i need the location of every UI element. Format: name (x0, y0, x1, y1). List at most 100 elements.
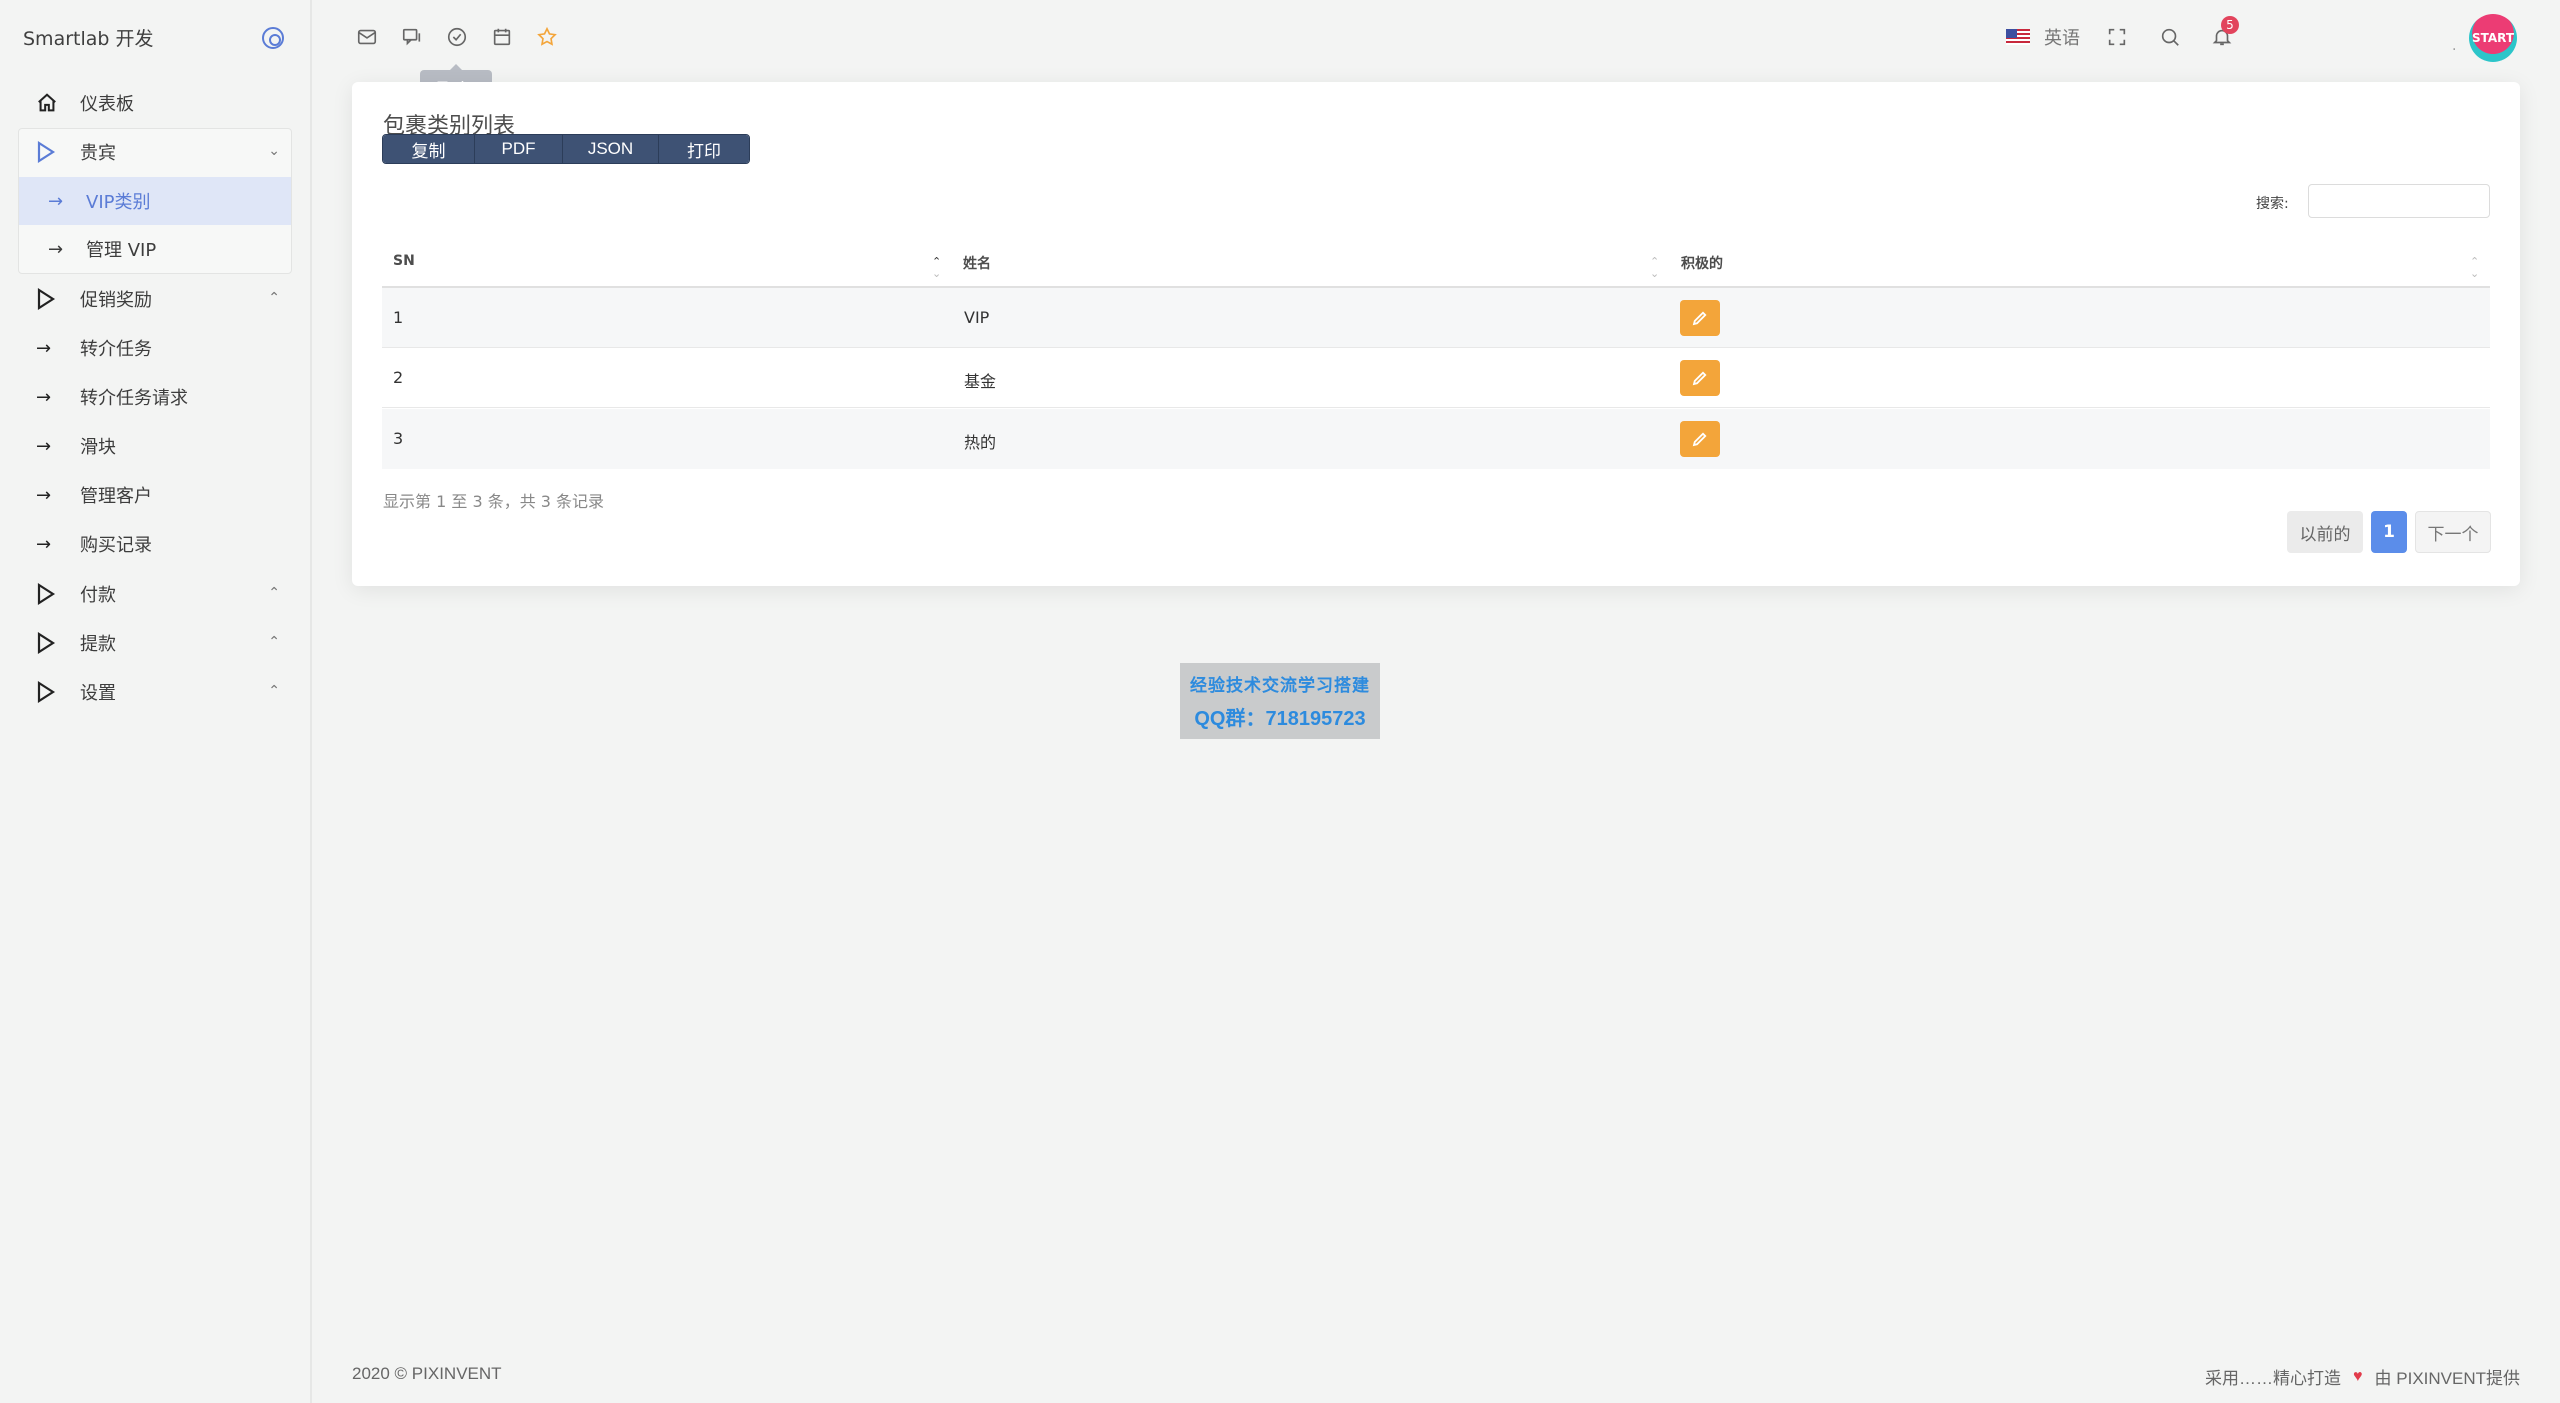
table-row: 2 基金 (382, 348, 2490, 408)
search-icon[interactable] (2157, 24, 2183, 50)
sidebar-subitem-manage-vip[interactable]: → 管理 VIP (48, 225, 156, 273)
copy-button[interactable]: 复制 (383, 135, 475, 163)
watermark-banner: 经验技术交流学习搭建 QQ群：718195723 (1180, 663, 1380, 739)
edit-button[interactable] (1680, 300, 1720, 336)
sidebar-item-withdrawals[interactable]: 提款 ⌃ (20, 619, 292, 667)
column-header-sn[interactable]: SN (393, 253, 415, 269)
language-label: 英语 (2044, 28, 2080, 49)
play-outline-icon (36, 681, 66, 703)
play-outline-icon (36, 288, 66, 310)
pdf-button[interactable]: PDF (475, 135, 563, 163)
sort-icon[interactable]: ⌃ ⌄ (932, 256, 941, 280)
footer-credit-b: 由 PIXINVENT提供 (2374, 1369, 2520, 1388)
sidebar: Smartlab 开发 仪表板 贵宾 ⌄ → VIP类别 → 管理 VIP 促销… (0, 0, 312, 1403)
table-row: 3 热的 (382, 409, 2490, 469)
home-icon (36, 92, 66, 114)
pagination-page[interactable]: 1 (2371, 511, 2407, 553)
sidebar-item-label: 管理客户 (80, 486, 152, 507)
calendar-icon[interactable] (489, 24, 515, 50)
watermark-line2: QQ群：718195723 (1194, 708, 1366, 730)
pagination-next[interactable]: 下一个 (2415, 511, 2491, 553)
sidebar-subitem-vip-category[interactable]: → VIP类别 (48, 177, 150, 225)
sidebar-item-label: 促销奖励 (80, 290, 152, 311)
cell-name: 基金 (964, 372, 997, 391)
edit-button[interactable] (1680, 421, 1720, 457)
pencil-icon (1692, 371, 1707, 386)
watermark-line1: 经验技术交流学习搭建 (1190, 676, 1370, 696)
cell-sn: 2 (393, 368, 404, 387)
arrow-right-icon: → (36, 337, 52, 359)
export-button-group: 复制 PDF JSON 打印 (382, 134, 750, 164)
star-icon[interactable] (534, 24, 560, 50)
sidebar-item-slider[interactable]: → 滑块 (20, 422, 292, 470)
table-row: 1 VIP (382, 288, 2490, 348)
arrow-right-icon: → (36, 386, 52, 408)
avatar[interactable]: START (2469, 14, 2517, 62)
sidebar-item-settings[interactable]: 设置 ⌃ (20, 668, 292, 716)
sort-icon[interactable]: ⌃ ⌄ (2470, 256, 2479, 280)
chevron-up-icon: ⌃ (268, 585, 280, 601)
search-label: 搜索: (2256, 196, 2289, 212)
chevron-up-icon: ⌃ (268, 290, 280, 306)
chat-icon[interactable] (399, 24, 425, 50)
chevron-up-icon: ⌃ (268, 634, 280, 650)
play-outline-icon (36, 632, 66, 654)
sidebar-item-label: 提款 (80, 634, 116, 655)
sort-icon[interactable]: ⌃ ⌄ (1650, 256, 1659, 280)
sidebar-item-label: 贵宾 (80, 143, 116, 164)
sidebar-subitem-label: VIP类别 (86, 192, 151, 213)
sidebar-item-label: 仪表板 (80, 94, 134, 115)
json-button[interactable]: JSON (563, 135, 659, 163)
sidebar-item-label: 转介任务 (80, 339, 152, 360)
sidebar-item-label: 设置 (80, 683, 116, 704)
footer-copyright: 2020 © PIXINVENT (352, 1364, 502, 1383)
fullscreen-icon[interactable] (2104, 24, 2130, 50)
play-outline-icon (36, 141, 66, 163)
cell-sn: 3 (393, 429, 404, 448)
sidebar-item-promotions[interactable]: 促销奖励 ⌃ (20, 275, 292, 323)
sidebar-item-label: 滑块 (80, 437, 116, 458)
search-input[interactable] (2308, 184, 2490, 218)
sidebar-item-label: 购买记录 (80, 535, 152, 556)
mail-icon[interactable] (354, 24, 380, 50)
notification-badge: 5 (2221, 16, 2239, 34)
sidebar-toggle-icon[interactable] (262, 27, 284, 49)
chevron-up-icon: ⌃ (268, 683, 280, 699)
cell-name: VIP (964, 308, 990, 327)
column-header-active[interactable]: 积极的 (1681, 253, 1723, 273)
sidebar-item-referral-tasks[interactable]: → 转介任务 (20, 324, 292, 372)
sidebar-item-purchases[interactable]: → 购买记录 (20, 520, 292, 568)
sidebar-item-vip[interactable]: 贵宾 ⌄ (20, 128, 292, 176)
sidebar-item-customers[interactable]: → 管理客户 (20, 471, 292, 519)
table-info: 显示第 1 至 3 条，共 3 条记录 (383, 492, 605, 511)
avatar-status-dot: . (2452, 38, 2457, 54)
arrow-right-icon: → (48, 190, 64, 212)
sidebar-item-dashboard[interactable]: 仪表板 (20, 79, 292, 127)
pencil-icon (1692, 311, 1707, 326)
sidebar-subitem-label: 管理 VIP (86, 240, 157, 261)
arrow-right-icon: → (48, 238, 64, 260)
cell-sn: 1 (393, 308, 404, 327)
column-header-name[interactable]: 姓名 (963, 253, 991, 273)
arrow-right-icon: → (36, 435, 52, 457)
play-outline-icon (36, 583, 66, 605)
footer-credit: 采用……精心打造 ♥ 由 PIXINVENT提供 (2205, 1364, 2520, 1389)
brand-name[interactable]: Smartlab 开发 (23, 24, 154, 51)
edit-button[interactable] (1680, 360, 1720, 396)
pencil-icon (1692, 432, 1707, 447)
pagination-prev[interactable]: 以前的 (2287, 511, 2363, 553)
print-button[interactable]: 打印 (659, 135, 749, 163)
sidebar-item-referral-requests[interactable]: → 转介任务请求 (20, 373, 292, 421)
cell-name: 热的 (964, 433, 997, 452)
heart-icon: ♥ (2353, 1367, 2363, 1385)
sidebar-item-label: 付款 (80, 585, 116, 606)
arrow-right-icon: → (36, 484, 52, 506)
check-circle-icon[interactable] (444, 24, 470, 50)
arrow-right-icon: → (36, 533, 52, 555)
language-selector[interactable]: 英语 (2006, 24, 2080, 50)
footer-credit-a: 采用……精心打造 (2205, 1369, 2342, 1388)
us-flag-icon (2006, 29, 2030, 45)
sidebar-item-label: 转介任务请求 (80, 388, 188, 409)
chevron-down-icon: ⌄ (268, 143, 280, 159)
sidebar-item-payments[interactable]: 付款 ⌃ (20, 570, 292, 618)
